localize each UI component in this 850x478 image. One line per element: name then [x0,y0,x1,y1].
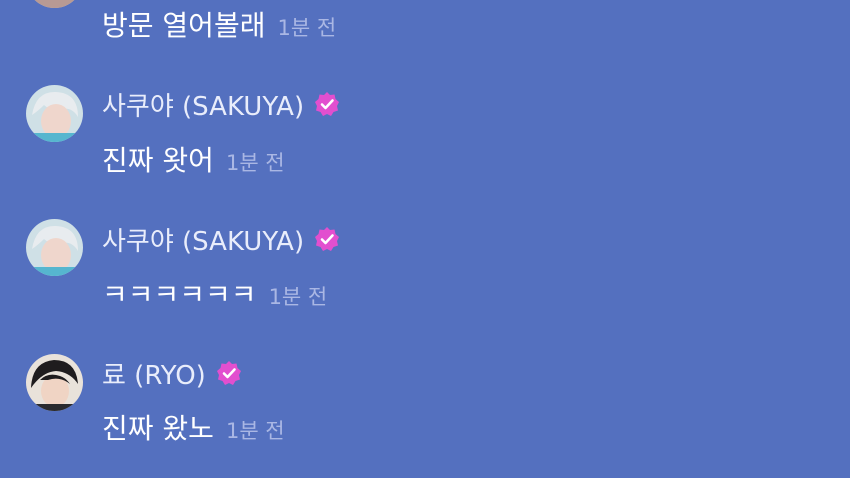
message-body: 진짜 왔노 1분 전 [102,407,285,447]
message-body: 진짜 왓어 1분 전 [102,139,285,179]
avatar[interactable] [26,85,83,142]
avatar[interactable] [26,0,83,8]
message-text: ㅋㅋㅋㅋㅋㅋ [102,278,257,311]
verified-badge-icon [216,360,242,386]
verified-badge-icon [314,226,340,252]
message-body: ㅋㅋㅋㅋㅋㅋ 1분 전 [102,273,327,313]
verified-badge-icon [314,91,340,117]
sender-row: 사쿠야 (SAKUYA) [102,221,340,258]
sender-row: 료 (RYO) [102,355,242,392]
sender-name[interactable]: 사쿠야 (SAKUYA) [102,221,304,258]
message-text: 진짜 왔노 [102,412,214,445]
message-text: 진짜 왓어 [102,144,214,177]
message-timestamp: 1분 전 [268,285,328,309]
sender-row: 사쿠야 (SAKUYA) [102,86,340,123]
sender-name[interactable]: 사쿠야 (SAKUYA) [102,86,304,123]
avatar[interactable] [26,219,83,276]
message-timestamp: 1분 전 [225,151,285,175]
avatar[interactable] [26,354,83,411]
message-text: 방문 열어볼래 [102,9,266,42]
chat-message-list: 방문 열어볼래 1분 전 사쿠야 (SAKUYA) 진짜 왓어 1분 전 사쿠야… [0,0,850,478]
message-timestamp: 1분 전 [277,16,337,40]
message-timestamp: 1분 전 [225,419,285,443]
sender-name[interactable]: 료 (RYO) [102,355,206,392]
message-body: 방문 열어볼래 1분 전 [102,4,336,44]
